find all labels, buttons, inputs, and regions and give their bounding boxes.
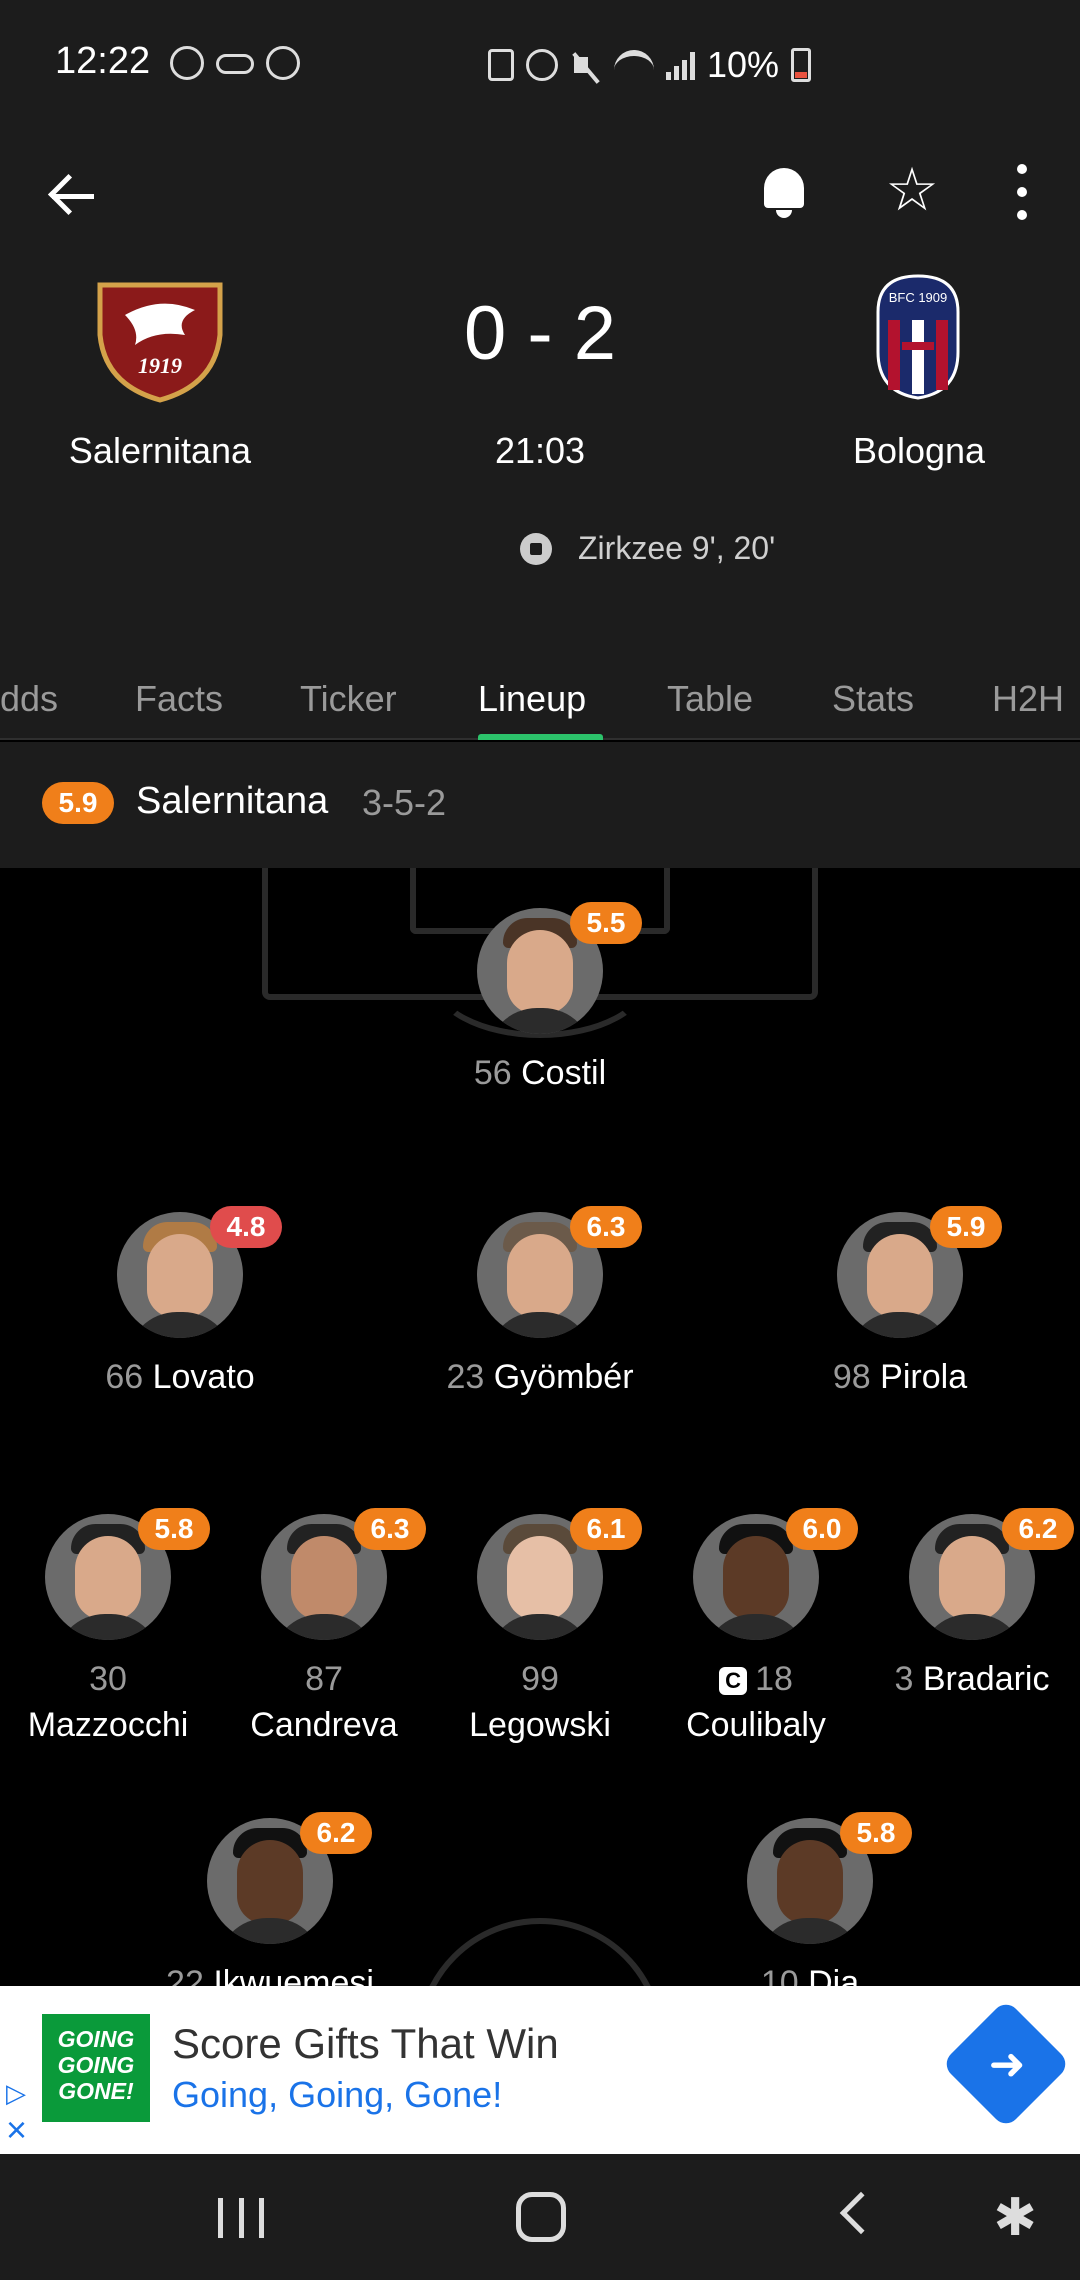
tab-stats[interactable]: Stats: [832, 678, 914, 720]
tab-odds[interactable]: dds: [0, 678, 58, 720]
star-icon[interactable]: ☆: [880, 158, 944, 222]
arrow-right-icon[interactable]: ➜: [984, 2042, 1030, 2088]
player-label: 98 Pirola: [832, 1358, 968, 1396]
player-card[interactable]: 6.3 23 Gyömbér: [390, 1206, 690, 1412]
mute-icon: [570, 49, 602, 81]
system-nav-bar: ✱: [0, 2154, 1080, 2280]
tab-lineup[interactable]: Lineup: [478, 678, 586, 720]
voicemail-icon: [216, 54, 254, 74]
ad-choices-icon[interactable]: ▷: [6, 2078, 36, 2108]
home-crest-text: 1919: [138, 353, 182, 378]
lineup-formation: 3-5-2: [362, 782, 447, 823]
player-label: 22 Ikwuemesi: [166, 1964, 374, 1986]
player-card[interactable]: 6.2 22 Ikwuemesi: [120, 1812, 420, 1986]
status-right-icons: 10%: [488, 44, 812, 86]
back-icon[interactable]: [839, 2191, 883, 2235]
accessibility-icon[interactable]: ✱: [990, 2188, 1040, 2248]
player-rating: 6.2: [1002, 1508, 1074, 1550]
match-tabs: dds Facts Ticker Lineup Table Stats H2H: [0, 650, 1080, 740]
tab-ticker[interactable]: Ticker: [300, 678, 397, 720]
football-icon: [170, 46, 204, 80]
soccer-ball-icon: [520, 532, 552, 565]
lineup-team-bar[interactable]: 5.9 Salernitana 3-5-2: [0, 742, 1080, 868]
ad-subtitle[interactable]: Going, Going, Gone!: [172, 2074, 502, 2116]
scorer-text: Zirkzee 9', 20': [578, 530, 776, 566]
goal-scorers: Zirkzee 9', 20': [520, 530, 775, 567]
player-rating: 6.3: [570, 1206, 642, 1248]
status-left-icons: [170, 46, 300, 80]
tab-h2h[interactable]: H2H: [992, 678, 1064, 720]
player-card[interactable]: 4.8 66 Lovato: [30, 1206, 330, 1412]
ad-logo: GOING GOING GONE!: [42, 2014, 150, 2122]
home-icon[interactable]: [516, 2192, 566, 2242]
active-tab-indicator: [478, 734, 603, 740]
back-arrow-icon[interactable]: [48, 170, 100, 222]
tab-facts[interactable]: Facts: [135, 678, 223, 720]
ad-banner[interactable]: ▷ × GOING GOING GONE! Score Gifts That W…: [0, 1986, 1080, 2154]
status-time: 12:22: [55, 40, 151, 82]
away-team-crest[interactable]: BFC 1909: [874, 272, 962, 402]
tab-table[interactable]: Table: [667, 678, 753, 720]
battery-percent: 10%: [707, 44, 780, 85]
battery-saver-icon: [488, 49, 514, 81]
ad-title[interactable]: Score Gifts That Win: [172, 2020, 559, 2068]
signal-icon: [666, 50, 695, 80]
pitch: 5.5 56 Costil 4.8 66 Lovato 6.3 23 Gyömb…: [0, 868, 1080, 1986]
player-rating: 5.5: [570, 902, 642, 944]
away-team-name[interactable]: Bologna: [769, 430, 1069, 472]
away-crest-text: BFC 1909: [889, 290, 948, 305]
battery-icon: [791, 48, 812, 82]
shazam-icon: [266, 46, 300, 80]
player-rating: 5.9: [930, 1206, 1002, 1248]
home-team-name[interactable]: Salernitana: [10, 430, 310, 472]
status-bar: 12:22 10%: [0, 0, 1080, 130]
team-rating-badge: 5.9: [42, 782, 114, 824]
recent-apps-icon[interactable]: [218, 2198, 264, 2238]
player-card[interactable]: 6.2 3 Bradaric: [822, 1508, 1080, 1754]
match-score: 0 - 2: [463, 291, 617, 376]
lineup-team-name: Salernitana: [136, 780, 329, 822]
bell-icon[interactable]: [758, 160, 810, 222]
player-card[interactable]: 5.8 10 Dia: [660, 1812, 960, 1986]
player-rating: 5.8: [840, 1812, 912, 1854]
captain-badge-icon: C: [719, 1667, 748, 1695]
player-label: 56 Costil: [473, 1054, 607, 1092]
player-label: 23 Gyömbér: [446, 1358, 634, 1396]
player-label: 3 Bradaric: [894, 1660, 1050, 1698]
match-header: ☆ 1919 BFC 1909 Salernitana 0 - 2 21:03 …: [0, 130, 1080, 740]
close-icon[interactable]: ×: [6, 2110, 36, 2150]
player-rating: 4.8: [210, 1206, 282, 1248]
player-rating: 6.2: [300, 1812, 372, 1854]
center-circle: [416, 1918, 664, 1986]
player-label: 66 Lovato: [105, 1358, 255, 1396]
player-card[interactable]: 5.9 98 Pirola: [750, 1206, 1050, 1412]
more-vert-icon[interactable]: [1010, 164, 1034, 220]
match-time: 21:03: [494, 430, 586, 471]
player-label: 10 Dia: [760, 1964, 860, 1986]
wifi-icon: [614, 50, 654, 80]
home-team-crest[interactable]: 1919: [95, 275, 225, 405]
player-card[interactable]: 5.5 56 Costil: [390, 902, 690, 1108]
alarm-icon: [526, 49, 558, 81]
